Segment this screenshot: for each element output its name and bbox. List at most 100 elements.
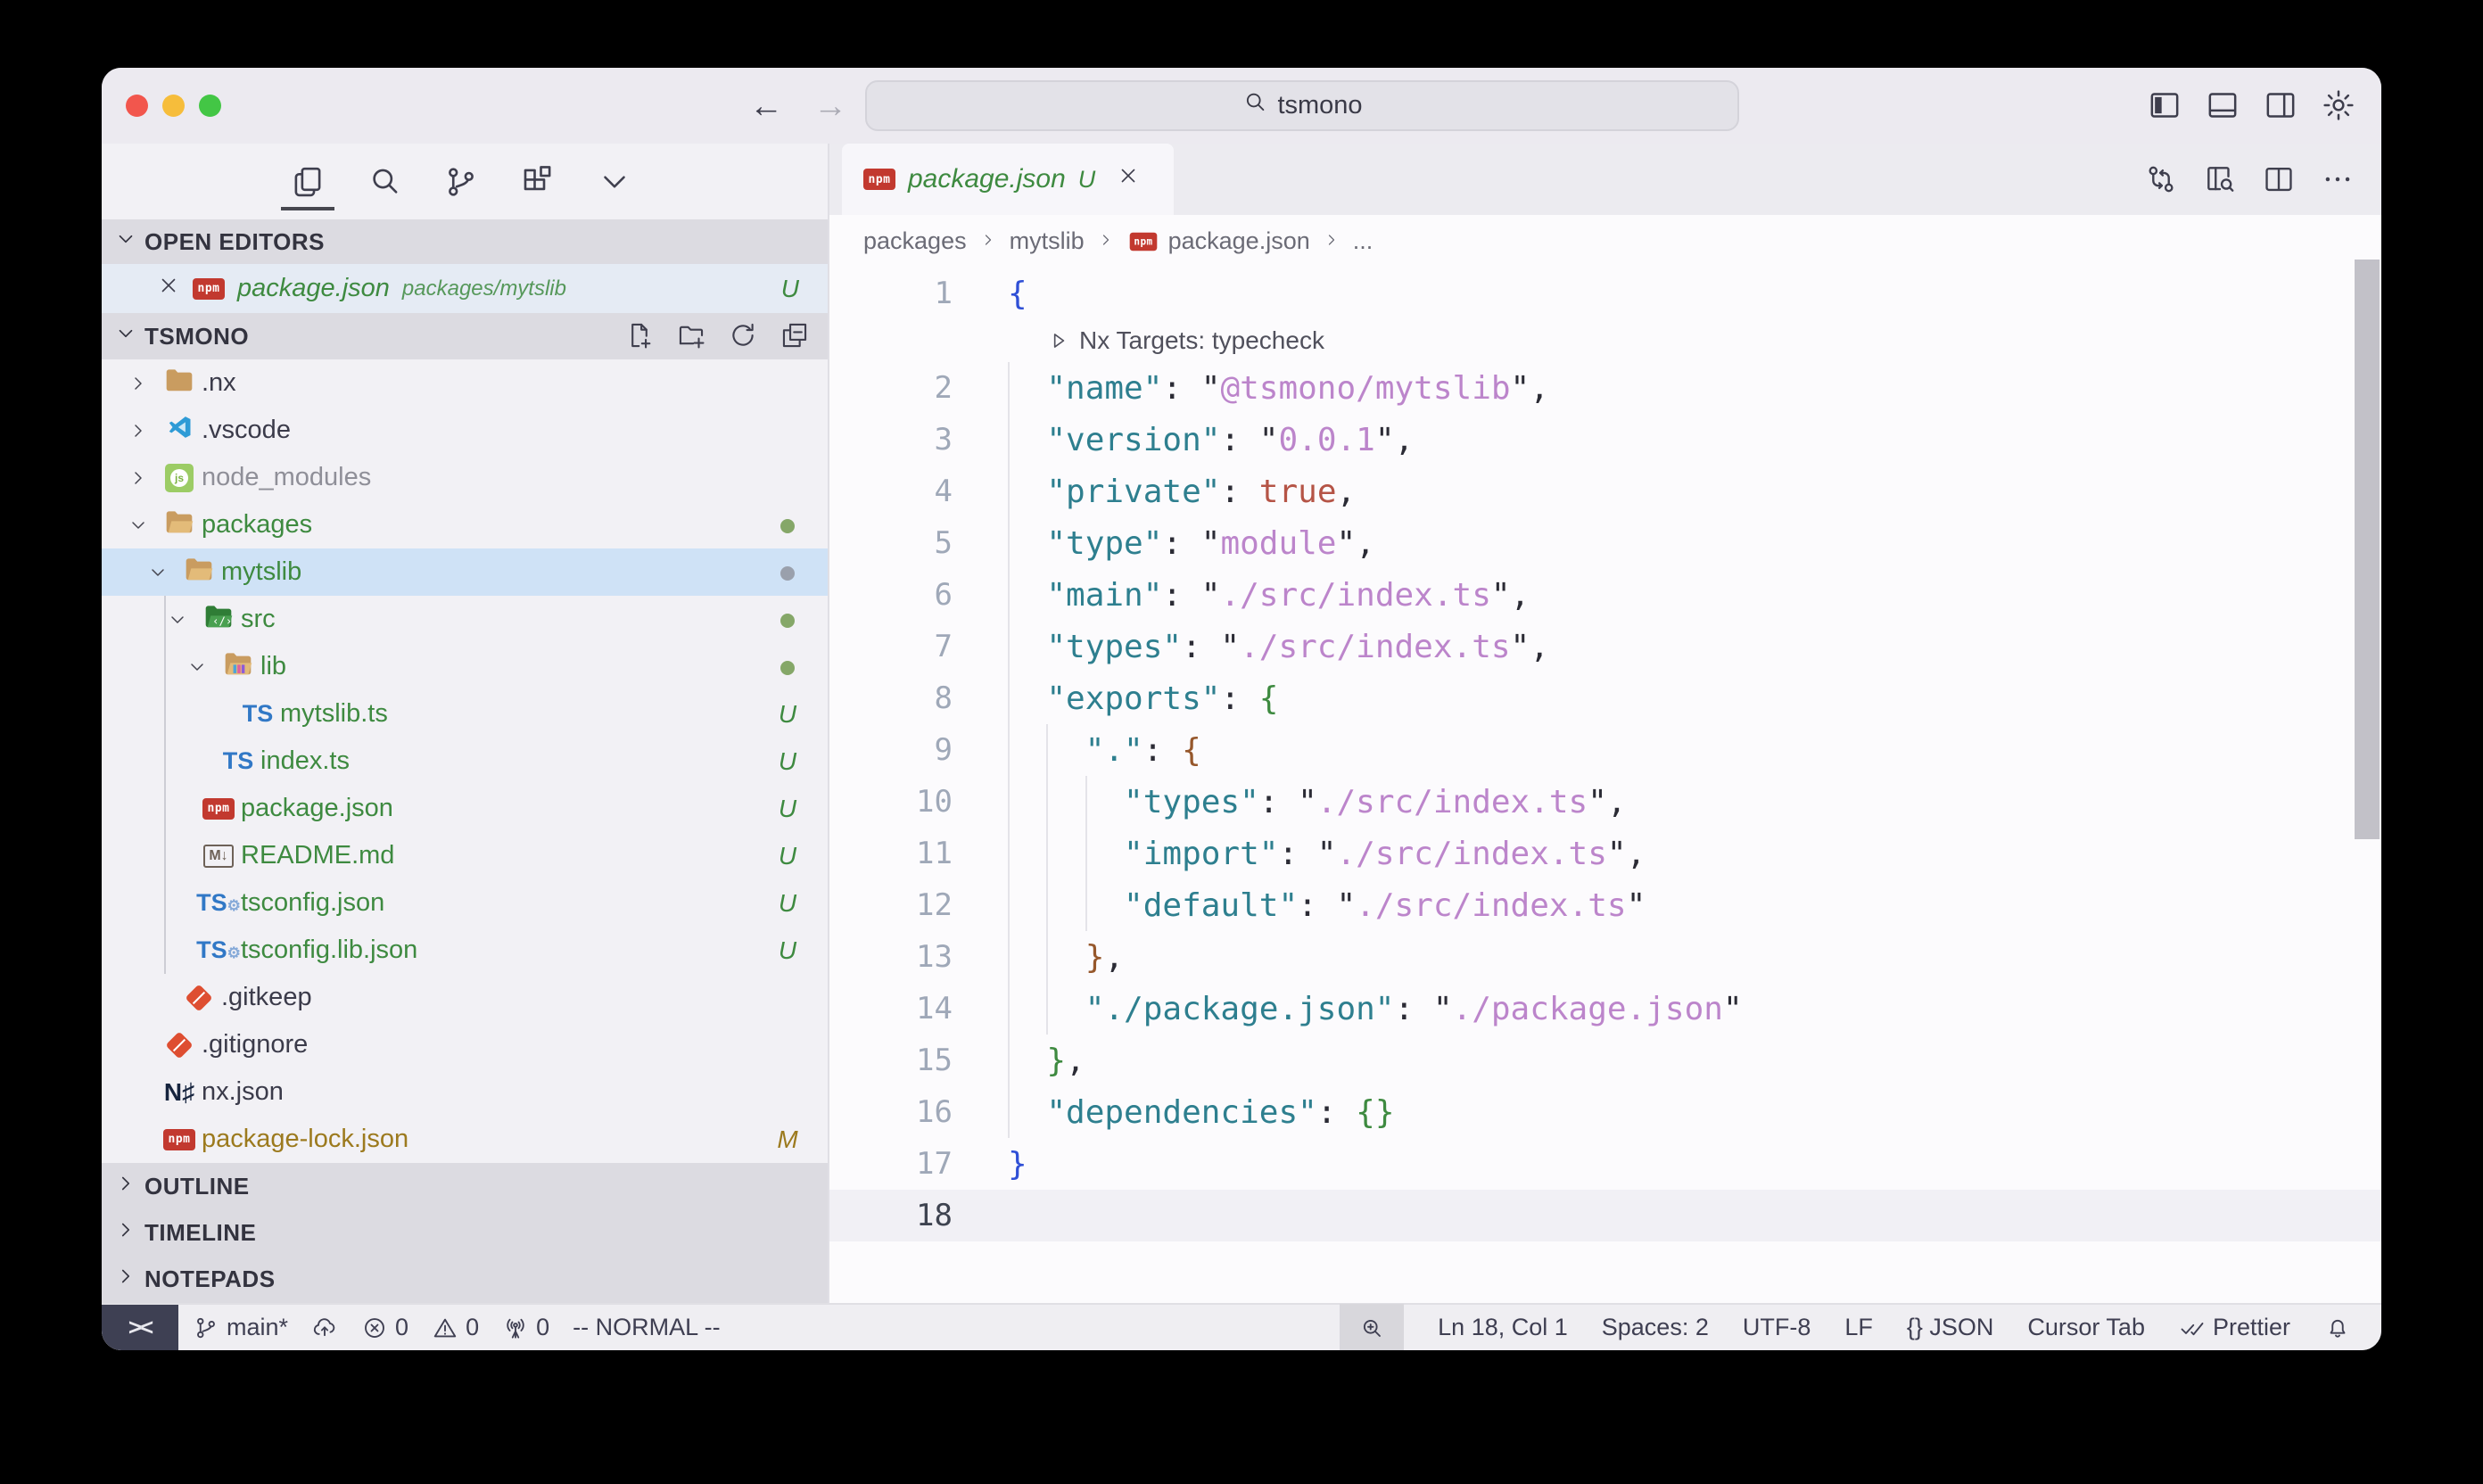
code-editor[interactable]: 1{Nx Targets: typecheck2 "name": "@tsmon… [829, 268, 2381, 1303]
tree-item-tsconfig-lib-json[interactable]: TS⚙tsconfig.lib.jsonU [102, 927, 828, 974]
tree-item-label: node_modules [202, 463, 371, 492]
tree-item-mytslib[interactable]: mytslib [102, 548, 828, 596]
status-utf-8[interactable]: UTF-8 [1743, 1314, 1811, 1341]
breadcrumb-item[interactable]: ... [1353, 227, 1373, 255]
status-warning[interactable]: 0 [432, 1314, 479, 1341]
code-line-4[interactable]: 4 "private": true, [829, 466, 2381, 517]
tree-item-tsconfig-json[interactable]: TS⚙tsconfig.jsonU [102, 879, 828, 927]
code-line-14[interactable]: 14 "./package.json": "./package.json" [829, 983, 2381, 1035]
tree-item-package-lock-json[interactable]: npmpackage-lock.jsonM [102, 1116, 828, 1163]
code-line-13[interactable]: 13 }, [829, 931, 2381, 983]
status-cloud-up[interactable] [311, 1315, 338, 1341]
code-line-12[interactable]: 12 "default": "./src/index.ts" [829, 879, 2381, 931]
new-file-icon[interactable] [624, 320, 656, 352]
line-number: 4 [829, 474, 1008, 509]
command-center-search[interactable]: tsmono [865, 80, 1739, 131]
code-line-1[interactable]: 1{ [829, 268, 2381, 319]
codelens-nx-targets[interactable]: Nx Targets: typecheck [829, 319, 2381, 362]
code-line-5[interactable]: 5 "type": "module", [829, 517, 2381, 569]
ellipsis-icon[interactable] [2321, 162, 2355, 196]
gear-icon[interactable] [2321, 87, 2356, 123]
section-header-timeline[interactable]: TIMELINE [102, 1209, 828, 1256]
chevron-down-icon [114, 322, 137, 351]
status-branch[interactable]: main* [193, 1314, 288, 1341]
diff-icon[interactable] [2144, 162, 2178, 196]
line-number: 9 [829, 732, 1008, 768]
cloud-up-icon [311, 1315, 338, 1341]
tree-item-packages[interactable]: packages [102, 501, 828, 548]
open-editor-item[interactable]: npm package.json packages/mytslib U [102, 264, 828, 313]
zoom-in-icon [1358, 1315, 1385, 1341]
status-error[interactable]: 0 [361, 1314, 408, 1341]
status-prettier[interactable]: Prettier [2179, 1314, 2290, 1341]
code-line-11[interactable]: 11 "import": "./src/index.ts", [829, 828, 2381, 879]
status-zoom-in[interactable] [1340, 1304, 1404, 1350]
code-line-17[interactable]: 17} [829, 1138, 2381, 1190]
tree-item-label: .gitignore [202, 1030, 308, 1059]
tree-item-src[interactable]: ‹/›src [102, 596, 828, 643]
explorer-section-header[interactable]: TSMONO [102, 313, 828, 359]
preview-icon[interactable] [2203, 162, 2237, 196]
npm-icon: npm [193, 278, 225, 300]
code-line-6[interactable]: 6 "main": "./src/index.ts", [829, 569, 2381, 621]
tree-item-package-json[interactable]: npmpackage.jsonU [102, 785, 828, 832]
tree-item--gitignore[interactable]: .gitignore [102, 1021, 828, 1068]
code-line-8[interactable]: 8 "exports": { [829, 672, 2381, 724]
nav-back-button[interactable]: ← [749, 87, 783, 126]
code-line-2[interactable]: 2 "name": "@tsmono/mytslib", [829, 362, 2381, 414]
status-lf[interactable]: LF [1844, 1314, 1873, 1341]
close-editor-icon[interactable] [157, 274, 180, 304]
tree-item-node-modules[interactable]: jsnode_modules [102, 454, 828, 501]
chevron-right-icon [114, 1172, 137, 1201]
code-line-10[interactable]: 10 "types": "./src/index.ts", [829, 776, 2381, 828]
tree-item--vscode[interactable]: .vscode [102, 407, 828, 454]
status-ln-18-col-1[interactable]: Ln 18, Col 1 [1438, 1314, 1568, 1341]
close-window-button[interactable] [126, 95, 148, 117]
code-line-15[interactable]: 15 }, [829, 1035, 2381, 1086]
breadcrumb-item[interactable]: npmpackage.json [1127, 227, 1310, 255]
status-spaces-2[interactable]: Spaces: 2 [1602, 1314, 1709, 1341]
files-icon[interactable] [288, 157, 327, 207]
status-bell[interactable] [2324, 1315, 2351, 1341]
status-cursor-tab[interactable]: Cursor Tab [2027, 1314, 2145, 1341]
panel-left-icon[interactable] [2147, 87, 2182, 123]
nav-forward-button[interactable]: → [813, 87, 847, 126]
panel-right-icon[interactable] [2263, 87, 2298, 123]
tree-item-readme-md[interactable]: M↓README.mdU [102, 832, 828, 879]
refresh-icon[interactable] [728, 320, 760, 352]
tab-close-icon[interactable] [1117, 164, 1140, 194]
breadcrumb-item[interactable]: packages [863, 227, 967, 255]
tree-item-nx-json[interactable]: N♯nx.json [102, 1068, 828, 1116]
sidebar: OPEN EDITORS npm package.json packages/m… [102, 144, 829, 1303]
status--normal-[interactable]: -- NORMAL -- [573, 1314, 720, 1341]
code-line-7[interactable]: 7 "types": "./src/index.ts", [829, 621, 2381, 672]
section-header-outline[interactable]: OUTLINE [102, 1163, 828, 1209]
folder-icon [159, 367, 200, 400]
tree-item-index-ts[interactable]: TSindex.tsU [102, 738, 828, 785]
code-line-16[interactable]: 16 "dependencies": {} [829, 1086, 2381, 1138]
section-header-notepads[interactable]: NOTEPADS [102, 1256, 828, 1302]
code-line-18[interactable]: 18 [829, 1190, 2381, 1241]
extensions-icon[interactable] [518, 157, 557, 207]
remote-indicator[interactable]: >< [102, 1305, 178, 1350]
collapse-all-icon[interactable] [780, 320, 812, 352]
zoom-window-button[interactable] [199, 95, 221, 117]
tree-item-lib[interactable]: lib [102, 643, 828, 690]
status-broadcast[interactable]: 0 [502, 1314, 549, 1341]
code-line-3[interactable]: 3 "version": "0.0.1", [829, 414, 2381, 466]
breadcrumb-item[interactable]: mytslib [1010, 227, 1085, 255]
new-folder-icon[interactable] [676, 320, 708, 352]
split-icon[interactable] [2262, 162, 2296, 196]
tree-item--nx[interactable]: .nx [102, 359, 828, 407]
status--json[interactable]: {} JSON [1907, 1314, 1994, 1341]
minimize-window-button[interactable] [162, 95, 185, 117]
code-line-9[interactable]: 9 ".": { [829, 724, 2381, 776]
panel-bottom-icon[interactable] [2205, 87, 2240, 123]
chevron-down-icon[interactable] [595, 157, 634, 207]
tree-item--gitkeep[interactable]: .gitkeep [102, 974, 828, 1021]
source-control-icon[interactable] [441, 157, 481, 207]
tab-package-json[interactable]: npm package.json U [842, 144, 1174, 215]
search-icon[interactable] [365, 157, 404, 207]
open-editors-header[interactable]: OPEN EDITORS [102, 219, 828, 264]
tree-item-mytslib-ts[interactable]: TSmytslib.tsU [102, 690, 828, 738]
